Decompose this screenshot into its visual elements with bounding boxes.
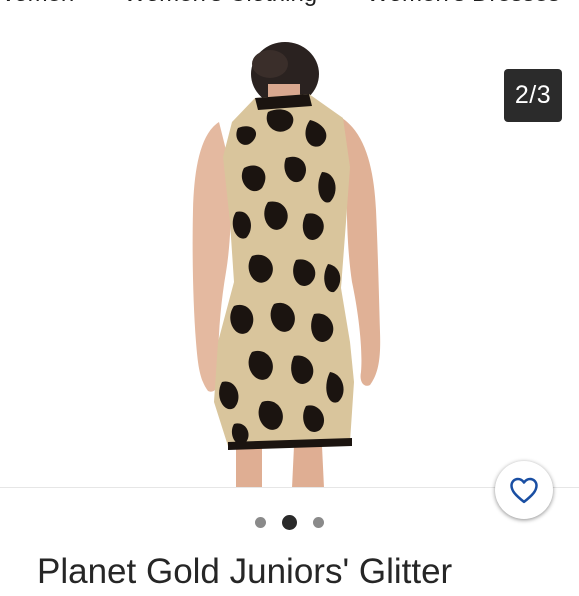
carousel-dot-3[interactable]	[313, 516, 324, 528]
breadcrumb-item-women[interactable]: Women	[0, 0, 74, 8]
product-image-gallery[interactable]	[0, 42, 579, 488]
image-counter: 2/3	[504, 69, 562, 122]
chevron-right-icon: ›	[337, 0, 344, 7]
divider	[0, 487, 579, 488]
chevron-right-icon: ›	[94, 0, 101, 7]
carousel-dot-2[interactable]	[282, 514, 297, 530]
heart-outline-icon	[510, 477, 538, 504]
carousel-dot-1[interactable]	[255, 516, 266, 528]
product-title: Planet Gold Juniors' Glitter	[37, 552, 453, 591]
carousel-pagination	[0, 513, 579, 531]
product-image[interactable]	[0, 42, 579, 488]
breadcrumb-item-womens-dresses[interactable]: Women's Dresses	[366, 0, 560, 8]
favorite-button[interactable]	[495, 461, 553, 519]
breadcrumb: Women › Women's Clothing › Women's Dress…	[0, 0, 560, 8]
breadcrumb-item-womens-clothing[interactable]: Women's Clothing	[124, 0, 318, 8]
